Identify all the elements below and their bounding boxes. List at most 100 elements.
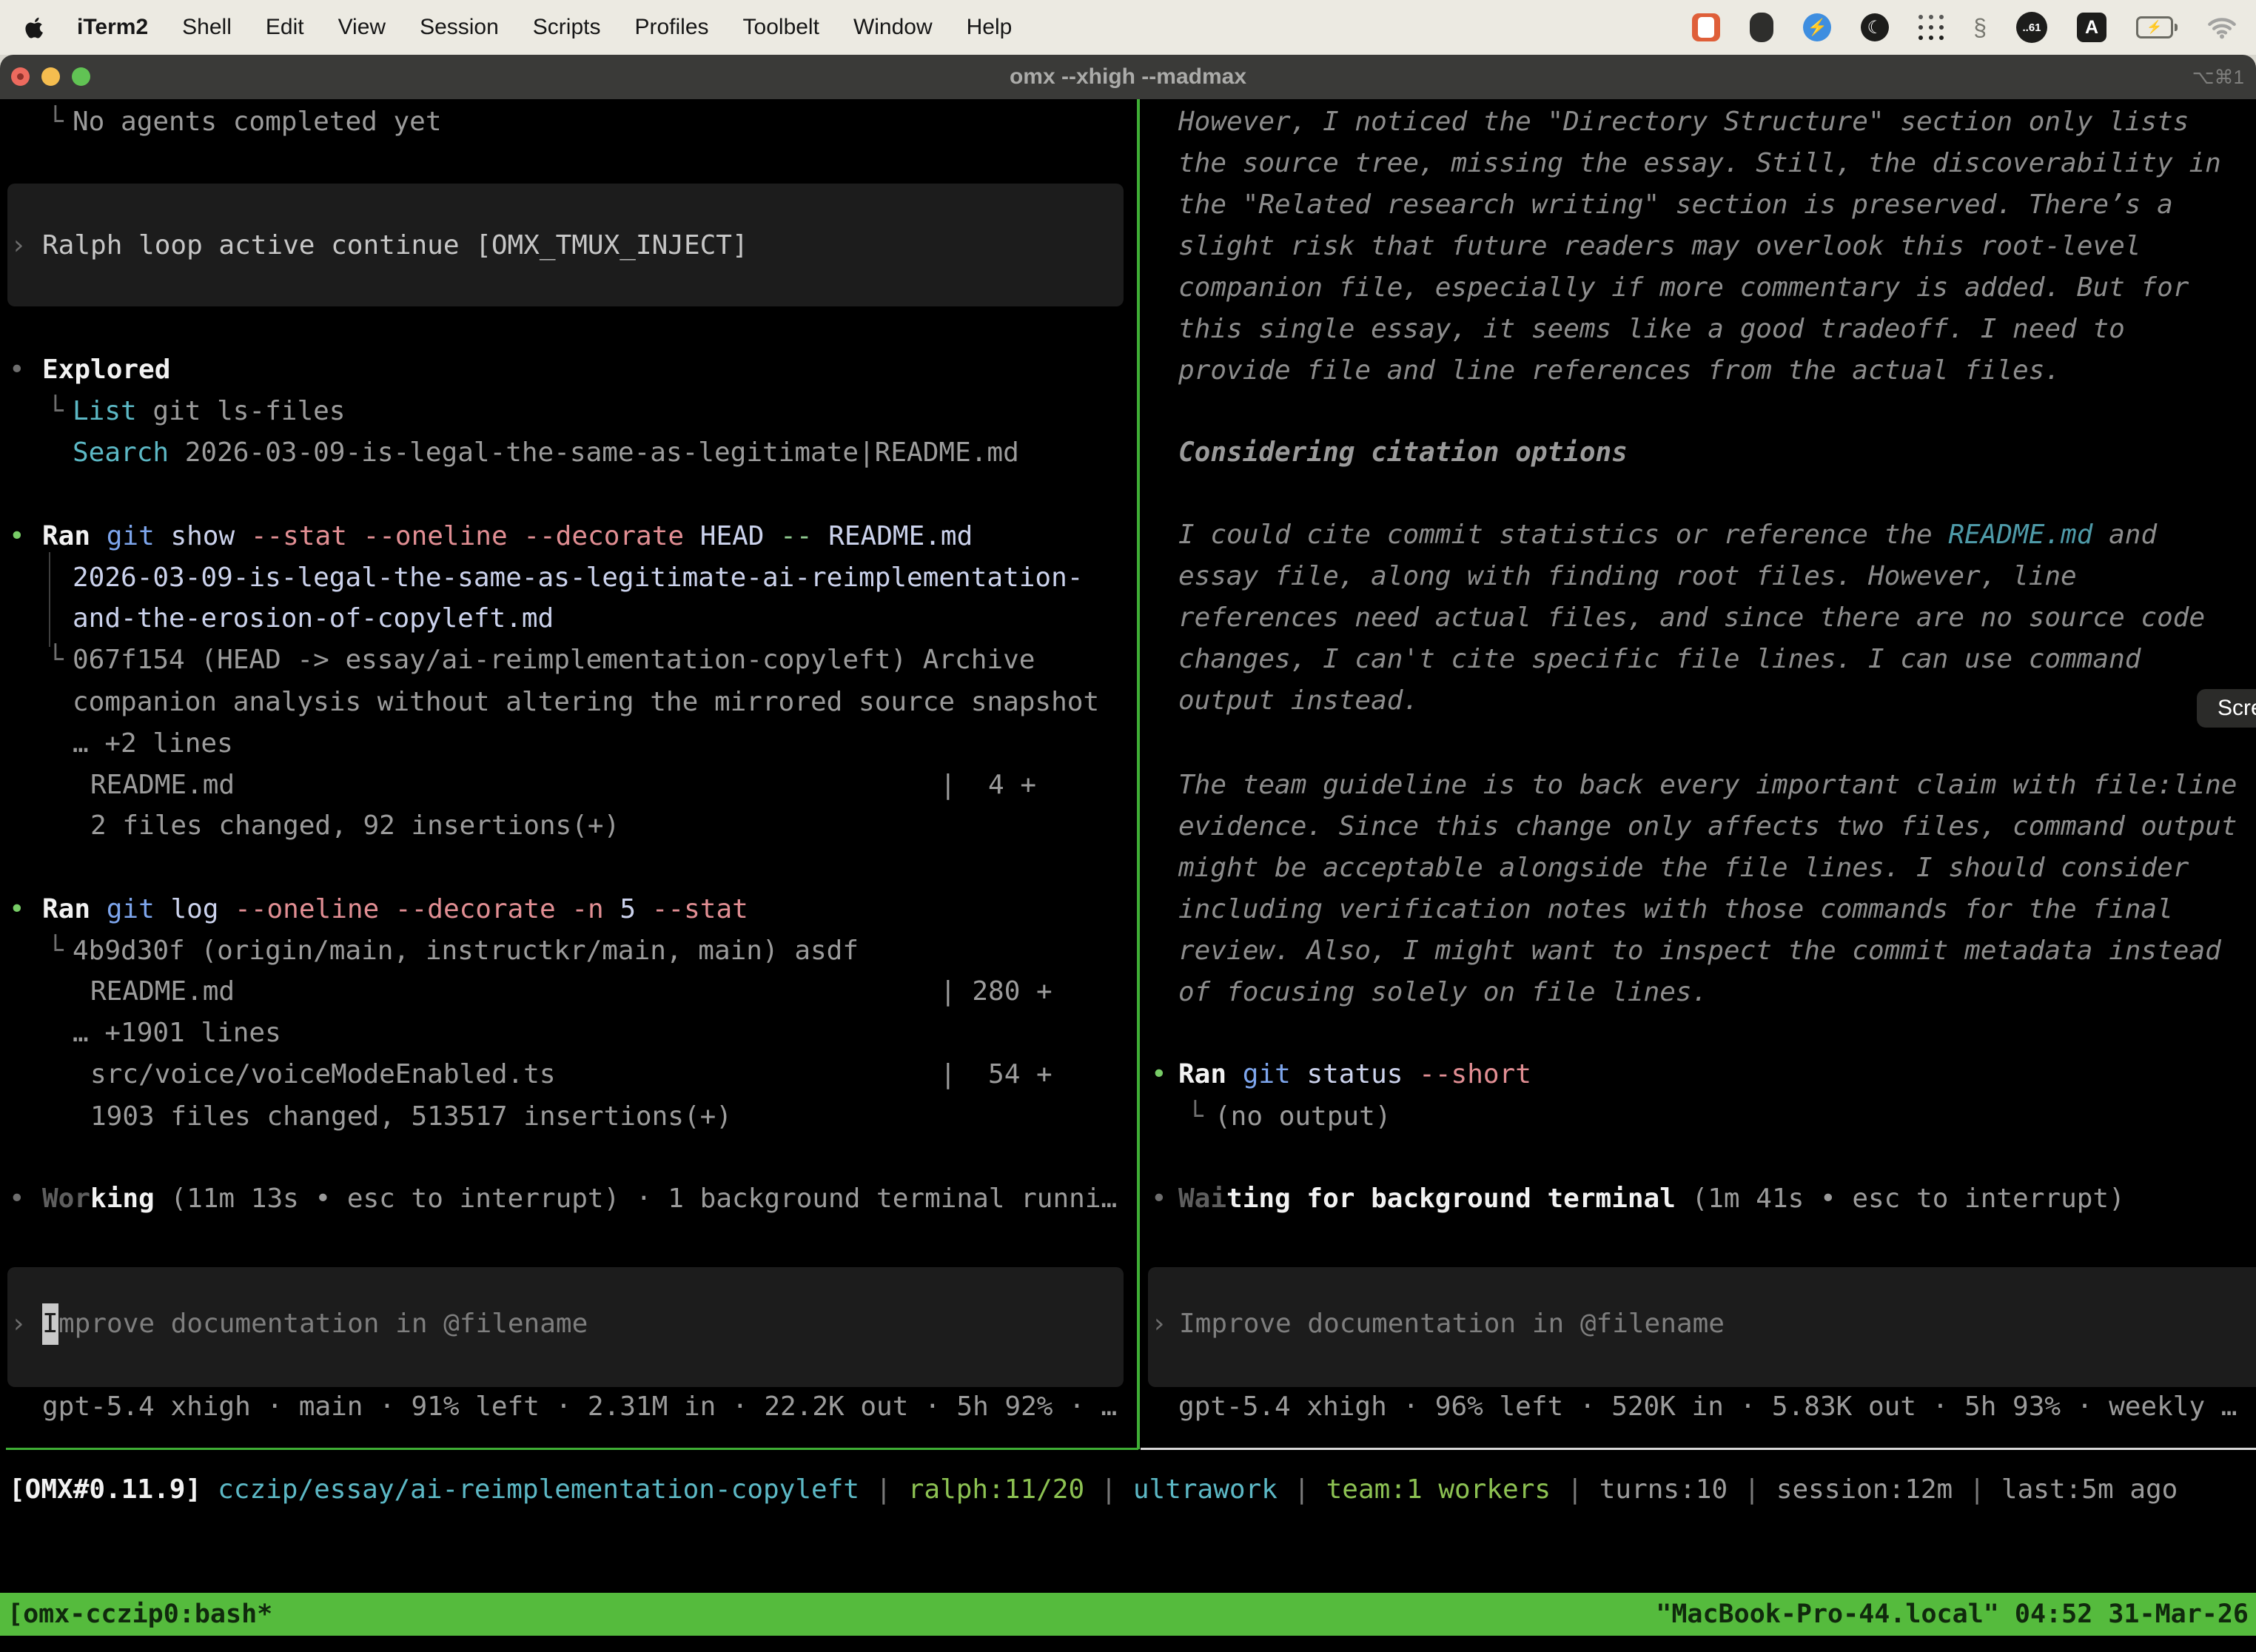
menu-item-scripts[interactable]: Scripts: [533, 15, 601, 40]
pane-divider[interactable]: [1137, 99, 1140, 1449]
moon-icon[interactable]: ☾: [1861, 13, 1889, 41]
reasoning-text: references need actual files, and since …: [1178, 597, 2205, 639]
reasoning-text: The team guideline is to back every impo…: [1178, 765, 2237, 806]
reasoning-text: companion file, especially if more comme…: [1178, 267, 2189, 309]
tree-elbow: └: [47, 639, 64, 681]
agents-status-text: No agents completed yet: [73, 101, 442, 143]
wifi-icon[interactable]: [2207, 16, 2237, 39]
omx-version: [OMX#0.11.9]: [9, 1474, 201, 1505]
prompt-chevron: ›: [10, 1303, 27, 1345]
omx-last-activity: last:5m ago: [2001, 1474, 2178, 1505]
screen-overlay-button[interactable]: Scre: [2197, 689, 2256, 728]
git-status-output: (no output): [1215, 1096, 1391, 1138]
right-pane[interactable]: However, I noticed the "Directory Struct…: [1141, 99, 2256, 1449]
omx-session-time: session:12m: [1776, 1474, 1953, 1505]
bullet: •: [9, 516, 25, 557]
file-reference: README.md: [1948, 520, 2092, 550]
explored-list-line: List git ls-files: [73, 391, 345, 432]
screen-share-icon[interactable]: [1692, 13, 1720, 41]
reasoning-text: provide file and line references from th…: [1178, 350, 2061, 392]
diffstat-count: | 54 +: [940, 1054, 1053, 1095]
diffstat-count: | 280 +: [940, 971, 1053, 1013]
window-title-area: omx --xhigh --madmax ⌥⌘1: [0, 55, 2256, 99]
tree-elbow: └: [47, 101, 64, 143]
battery-icon[interactable]: ⚡: [2136, 16, 2178, 38]
menu-item-session[interactable]: Session: [420, 15, 499, 40]
diffstat-file: README.md: [90, 971, 235, 1013]
tree-guide-line: [49, 552, 50, 647]
inactive-pane-border: [1141, 1448, 2256, 1450]
menu-item-shell[interactable]: Shell: [182, 15, 232, 40]
prompt-chevron: ›: [1151, 1303, 1167, 1345]
reasoning-text: slight risk that future readers may over…: [1178, 226, 2141, 267]
diffstat-file: README.md: [90, 765, 235, 806]
git-show-output-truncated: … +2 lines: [73, 723, 233, 765]
reasoning-text: the "Related research writing" section i…: [1178, 184, 2173, 226]
git-log-command: Ran git log --oneline --decorate -n 5 --…: [42, 889, 748, 930]
reasoning-heading: Considering citation options: [1178, 432, 1628, 474]
bullet: •: [9, 349, 25, 391]
reasoning-text: the source tree, missing the essay. Stil…: [1178, 143, 2221, 184]
git-show-arg-wrap: and-the-erosion-of-copyleft.md: [73, 598, 554, 639]
omx-turns: turns:10: [1599, 1474, 1728, 1505]
prompt-chevron: ›: [10, 225, 27, 266]
reasoning-text: output instead.: [1178, 680, 1419, 722]
reasoning-text: evidence. Since this change only affects…: [1178, 806, 2237, 847]
session-status-line: gpt-5.4 xhigh · main · 91% left · 2.31M …: [42, 1386, 1117, 1428]
session-status-line: gpt-5.4 xhigh · 96% left · 520K in · 5.8…: [1178, 1386, 2237, 1428]
menu-item-view[interactable]: View: [338, 15, 386, 40]
menu-item-edit[interactable]: Edit: [266, 15, 304, 40]
omx-ralph-counter: ralph:11/20: [908, 1474, 1084, 1505]
reasoning-text: review. Also, I might want to inspect th…: [1178, 930, 2221, 972]
git-show-output: companion analysis without altering the …: [73, 682, 1099, 723]
menu-item-profiles[interactable]: Profiles: [634, 15, 708, 40]
hook-icon[interactable]: §: [1973, 14, 1987, 41]
reasoning-text: of focusing solely on file lines.: [1178, 972, 1708, 1013]
bullet: •: [9, 1178, 25, 1220]
git-show-output: 067f154 (HEAD -> essay/ai-reimplementati…: [73, 639, 1035, 681]
injected-command-text: Ralph loop active continue [OMX_TMUX_INJ…: [42, 225, 748, 266]
shield-icon[interactable]: [1750, 13, 1773, 42]
git-show-command: Ran git show --stat --oneline --decorate…: [42, 516, 973, 557]
git-log-output-truncated: … +1901 lines: [73, 1013, 281, 1054]
working-status-line: Working (11m 13s • esc to interrupt) · 1…: [42, 1178, 1117, 1220]
omx-worktree-path: cczip/essay/ai-reimplementation-copyleft: [218, 1474, 859, 1505]
menu-item-window[interactable]: Window: [853, 15, 933, 40]
reasoning-text: I could cite commit statistics or refere…: [1178, 514, 2157, 556]
tmux-host-clock: "MacBook-Pro-44.local" 04:52 31-Mar-26: [1656, 1599, 2249, 1629]
prompt-placeholder: Improve documentation in @filename: [1179, 1303, 1725, 1345]
prompt-placeholder: mprove documentation in @filename: [58, 1303, 588, 1345]
menu-item-toolbelt[interactable]: Toolbelt: [743, 15, 819, 40]
tree-elbow: └: [47, 930, 64, 972]
explored-search-line: Search 2026-03-09-is-legal-the-same-as-l…: [73, 432, 1019, 474]
omx-mode: ultrawork: [1133, 1474, 1278, 1505]
reasoning-text: However, I noticed the "Directory Struct…: [1178, 101, 2189, 143]
window-title-bar[interactable]: omx --xhigh --madmax ⌥⌘1: [0, 55, 2256, 99]
explored-title: Explored: [42, 349, 170, 391]
left-pane[interactable]: └ No agents completed yet › Ralph loop a…: [0, 99, 1137, 1449]
diffstat-summary: 1903 files changed, 513517 insertions(+): [90, 1096, 732, 1138]
menu-item-help[interactable]: Help: [967, 15, 1013, 40]
dots-grid-icon[interactable]: [1918, 25, 1944, 30]
tmux-status-bar: [omx-cczip0:bash* "MacBook-Pro-44.local"…: [0, 1593, 2256, 1636]
reasoning-text: might be acceptable alongside the file l…: [1178, 847, 2189, 889]
bullet: •: [1151, 1178, 1167, 1220]
input-source-icon[interactable]: A: [2077, 13, 2106, 42]
omx-team-workers: team:1 workers: [1326, 1474, 1551, 1505]
menu-bar: iTerm2 Shell Edit View Session Scripts P…: [0, 0, 2256, 55]
badge-icon[interactable]: ⚡: [1803, 13, 1831, 41]
apple-menu-icon[interactable]: [25, 16, 44, 38]
active-pane-border: [6, 1448, 1138, 1450]
monitor-value-icon[interactable]: ..61: [2016, 12, 2047, 43]
window-title: omx --xhigh --madmax: [0, 55, 2256, 99]
diffstat-file: src/voice/voiceModeEnabled.ts: [90, 1054, 556, 1095]
tmux-session-window[interactable]: [omx-cczip0:bash*: [7, 1599, 272, 1629]
reasoning-text: this single essay, it seems like a good …: [1178, 309, 2125, 350]
tree-elbow: └: [1187, 1096, 1203, 1138]
git-show-arg-wrap: 2026-03-09-is-legal-the-same-as-legitima…: [73, 557, 1083, 599]
bullet: •: [1151, 1054, 1167, 1095]
waiting-status-line: Waiting for background terminal (1m 41s …: [1178, 1178, 2125, 1220]
bullet: •: [9, 889, 25, 930]
git-status-command: Ran git status --short: [1178, 1054, 1531, 1095]
menu-item-iterm2[interactable]: iTerm2: [77, 15, 148, 40]
